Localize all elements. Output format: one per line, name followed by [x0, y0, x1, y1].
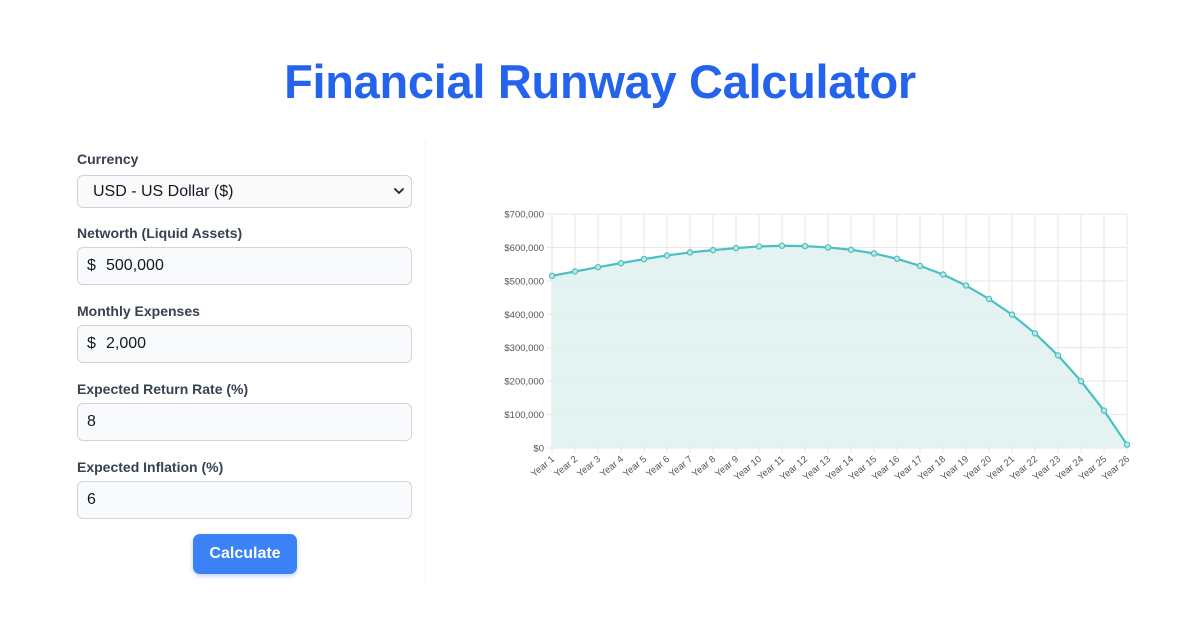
x-tick-label: Year 1 — [529, 454, 557, 480]
expenses-label: Monthly Expenses — [77, 303, 200, 319]
calculate-button[interactable]: Calculate — [193, 534, 297, 574]
runway-chart: $0 $100,000 $200,000 $300,000 $400,000 $500,0… — [480, 190, 1160, 510]
data-point — [916, 262, 924, 270]
data-point — [801, 242, 809, 250]
y-tick-label: $700,000 — [504, 210, 544, 221]
data-point — [755, 243, 763, 250]
data-point — [1054, 352, 1062, 359]
data-point — [1100, 407, 1108, 414]
x-tick-label: Year 5 — [621, 454, 649, 480]
y-tick-label: $400,000 — [504, 310, 544, 321]
currency-label: Currency — [77, 151, 139, 167]
currency-select[interactable]: USD - US Dollar ($) — [77, 175, 412, 208]
x-tick-label: Year 6 — [644, 454, 672, 480]
calculator-form: Currency USD - US Dollar ($) Networth (L… — [60, 140, 426, 584]
inflation-value: 6 — [87, 491, 96, 508]
currency-prefix: $ — [87, 335, 96, 352]
data-point — [939, 271, 947, 278]
monthly-expenses-input[interactable]: $2,000 — [77, 325, 412, 363]
data-point — [1031, 330, 1039, 337]
return-rate-label: Expected Return Rate (%) — [77, 381, 249, 397]
monthly-expenses-value: 2,000 — [106, 335, 147, 352]
chevron-down-icon — [394, 188, 404, 194]
networth-value: 500,000 — [106, 257, 164, 274]
data-point — [686, 249, 694, 256]
currency-prefix: $ — [87, 257, 96, 274]
data-point — [617, 259, 625, 267]
data-point — [824, 244, 832, 251]
networth-label: Networth (Liquid Assets) — [77, 225, 243, 241]
data-point — [985, 295, 993, 303]
page-title: Financial Runway Calculator — [284, 55, 916, 108]
x-tick-label: Year 3 — [575, 454, 603, 480]
data-point — [548, 272, 556, 280]
inflation-input[interactable]: 6 — [77, 481, 412, 519]
data-point — [778, 242, 786, 249]
currency-select-value: USD - US Dollar ($) — [93, 183, 234, 200]
data-point — [571, 268, 579, 275]
y-tick-label: $600,000 — [504, 243, 544, 254]
x-tick-label: Year 7 — [667, 454, 695, 480]
y-tick-label: $0 — [533, 444, 544, 455]
runway-chart-svg: $0 $100,000 $200,000 $300,000 $400,000 $500,0… — [504, 210, 1132, 484]
data-point — [962, 282, 970, 289]
data-point — [732, 244, 740, 252]
inflation-label: Expected Inflation (%) — [77, 459, 224, 475]
data-point — [1123, 441, 1131, 448]
data-point — [847, 246, 855, 253]
data-point — [1008, 311, 1016, 318]
data-point — [1077, 377, 1085, 385]
x-tick-label: Year 4 — [598, 454, 626, 480]
data-point — [870, 250, 878, 257]
series-area — [552, 245, 1127, 448]
return-rate-input[interactable]: 8 — [77, 403, 412, 441]
y-tick-label: $300,000 — [504, 343, 544, 354]
return-rate-value: 8 — [87, 413, 96, 430]
data-point — [594, 263, 602, 271]
y-tick-label: $200,000 — [504, 377, 544, 388]
data-point — [663, 252, 671, 259]
y-tick-label: $500,000 — [504, 276, 544, 287]
data-point — [893, 255, 901, 262]
data-point — [709, 246, 717, 254]
y-tick-label: $100,000 — [504, 410, 544, 421]
x-tick-label: Year 2 — [552, 454, 580, 480]
networth-input[interactable]: $500,000 — [77, 247, 412, 285]
x-tick-label: Year 8 — [690, 454, 718, 480]
data-point — [640, 255, 648, 263]
